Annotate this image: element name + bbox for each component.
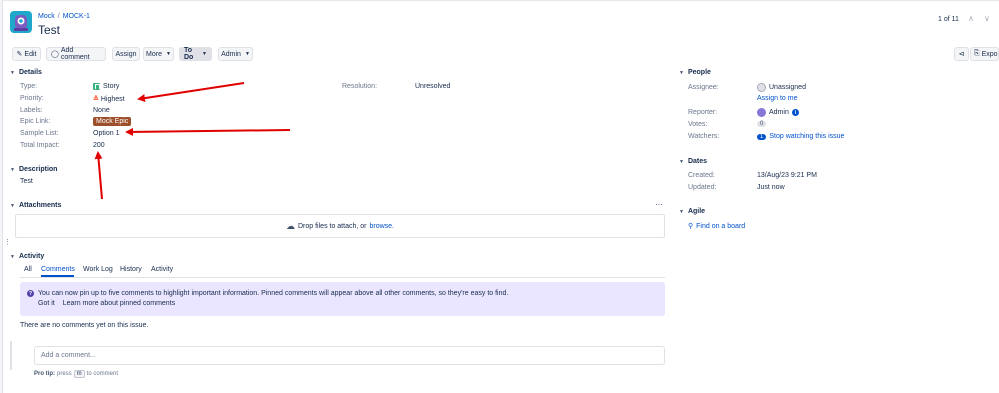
annotation-arrow-sample-list (125, 127, 291, 136)
annotation-arrow-priority (137, 82, 245, 103)
annotation-arrow-total-impact (94, 151, 103, 200)
annotation-arrows (94, 82, 291, 200)
